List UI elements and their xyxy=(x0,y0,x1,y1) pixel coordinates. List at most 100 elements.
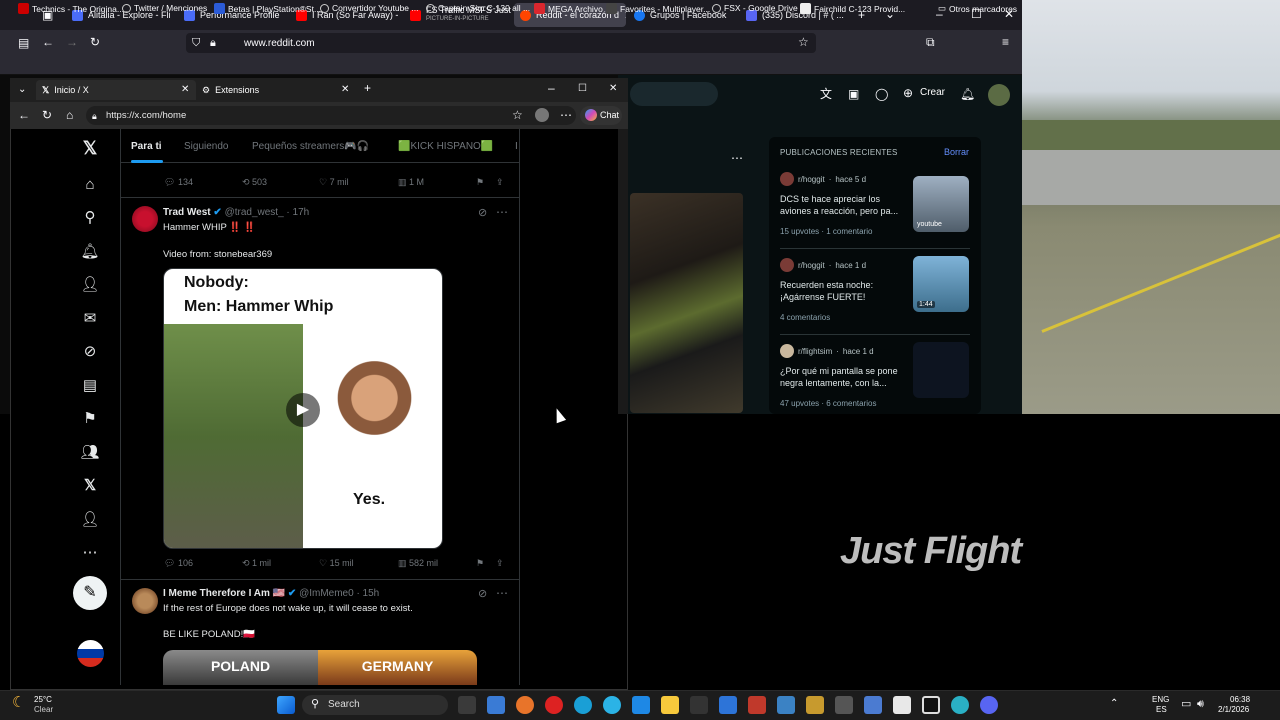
notifications-icon[interactable]: 🔔︎ xyxy=(960,88,975,100)
like-button[interactable]: ♡ 7 mil xyxy=(319,177,349,188)
avatar[interactable] xyxy=(77,640,104,667)
follow-icon[interactable]: 👤︎ xyxy=(80,275,100,295)
more-options-icon[interactable]: ⋯ xyxy=(496,587,508,599)
clear-button[interactable]: Borrar xyxy=(944,147,969,157)
app-icon[interactable] xyxy=(603,696,621,714)
weather-moon-icon[interactable]: ☾ xyxy=(12,695,25,710)
bookmark-item[interactable]: Fairchild C-123 Provid... xyxy=(800,3,905,14)
close-tab-icon[interactable]: ✕ xyxy=(341,84,349,96)
lists-icon[interactable]: ▤ xyxy=(80,376,100,396)
bookmark-folder-other[interactable]: ▭ Otros marcadores xyxy=(938,3,1017,14)
avatar[interactable] xyxy=(132,588,158,614)
create-plus-icon[interactable]: ⊕ xyxy=(903,87,913,99)
x-logo-icon[interactable]: 𝕏 xyxy=(80,138,100,158)
bookmark-item[interactable]: Captain Sim C-130 all ... xyxy=(426,3,530,13)
maximize-icon[interactable]: ☐ xyxy=(578,83,587,95)
messages-icon[interactable]: ✉ xyxy=(80,309,100,329)
firefox-icon[interactable] xyxy=(516,696,534,714)
create-button[interactable]: Crear xyxy=(920,87,945,98)
clock-time[interactable]: 06:38 xyxy=(1230,695,1250,705)
grok-icon[interactable]: ⊘ xyxy=(478,588,487,600)
reload-icon[interactable]: ↻ xyxy=(90,36,100,48)
reddit-post-image[interactable] xyxy=(630,193,743,413)
tweet-author[interactable]: Trad West ✔ @trad_west_ · 17h xyxy=(163,207,309,218)
mail-icon[interactable] xyxy=(719,696,737,714)
bookmark-item[interactable]: MEGA Archivo xyxy=(534,3,603,14)
more-options-icon[interactable]: ⋯ xyxy=(496,206,508,218)
repost-button[interactable]: ⟲ 503 xyxy=(242,177,267,188)
forward-icon[interactable]: → xyxy=(66,36,78,48)
weather-temp[interactable]: 25°C xyxy=(34,695,52,705)
tab-actions-icon[interactable]: ⌄ xyxy=(18,84,26,96)
close-window-icon[interactable]: ✕ xyxy=(609,83,617,95)
tweet-image[interactable]: POLAND GERMANY xyxy=(163,650,477,685)
bookmark-item[interactable]: Technics - The Origina... xyxy=(18,3,124,14)
app-icon[interactable] xyxy=(748,696,766,714)
scrollbar[interactable] xyxy=(618,129,628,414)
bookmark-item[interactable]: FSX - Google Drive xyxy=(712,3,798,13)
bookmark-item[interactable]: Betas | PlayStation®St... xyxy=(214,3,321,14)
more-options-icon[interactable]: ⋯ xyxy=(731,152,743,164)
edge-icon[interactable] xyxy=(574,696,592,714)
ads-icon[interactable]: ▣ xyxy=(848,88,859,100)
tab-pequenos-streamers[interactable]: Pequeños streamers🎮🎧 xyxy=(252,141,369,152)
new-tab-icon[interactable]: + xyxy=(364,82,371,94)
views-count[interactable]: ▥ 582 mil xyxy=(398,558,438,569)
edge-tab-x[interactable]: 𝕏 Inicio / X xyxy=(42,80,89,100)
compose-post-button[interactable]: ✎ xyxy=(73,576,107,610)
chat-icon[interactable]: ◯ xyxy=(875,88,888,100)
home-icon[interactable]: ⌂ xyxy=(80,175,100,195)
app-icon[interactable] xyxy=(487,696,505,714)
reload-icon[interactable]: ↻ xyxy=(42,109,52,121)
opera-icon[interactable] xyxy=(545,696,563,714)
post-thumbnail[interactable] xyxy=(913,342,969,398)
sidebar-icon[interactable]: ▤ xyxy=(18,37,29,49)
chevron-up-icon[interactable]: ⌃ xyxy=(1110,698,1118,710)
tab-more[interactable]: I xyxy=(515,141,518,152)
app-icon[interactable] xyxy=(806,696,824,714)
views-count[interactable]: ▥ 1 M xyxy=(398,177,424,188)
edge-address-bar[interactable]: https://x.com/home xyxy=(86,106,576,125)
language-indicator[interactable]: ENG xyxy=(1152,695,1169,705)
premium-icon[interactable]: 𝕏 xyxy=(80,476,100,496)
avatar[interactable] xyxy=(132,206,158,232)
menu-icon[interactable]: ≡ xyxy=(1002,36,1009,48)
app-icon[interactable] xyxy=(777,696,795,714)
like-button[interactable]: ♡ 15 mil xyxy=(319,558,354,569)
profile-icon[interactable]: 👤︎ xyxy=(80,510,100,530)
volume-icon[interactable]: 🔊︎ xyxy=(1197,698,1204,710)
bookmarks-icon[interactable]: ⚑ xyxy=(80,409,100,429)
app-icon[interactable] xyxy=(864,696,882,714)
grok-icon[interactable]: ⊘ xyxy=(80,342,100,362)
back-icon[interactable]: ← xyxy=(42,36,54,48)
bookmark-item[interactable]: Convertidor Youtube ... xyxy=(320,3,418,13)
start-button[interactable] xyxy=(277,696,295,714)
share-icon[interactable]: ⇪ xyxy=(496,177,504,188)
profile-icon[interactable] xyxy=(535,108,549,122)
taskbar-search[interactable]: Search xyxy=(302,695,448,715)
app-icon[interactable] xyxy=(951,696,969,714)
app-icon[interactable] xyxy=(922,696,940,714)
discord-icon[interactable] xyxy=(980,696,998,714)
more-icon[interactable]: ⋯ xyxy=(80,543,100,563)
app-icon[interactable] xyxy=(632,696,650,714)
post-thumbnail[interactable]: youtube xyxy=(913,176,969,232)
grok-icon[interactable]: ⊘ xyxy=(478,207,487,219)
tweet-author[interactable]: I Meme Therefore I Am 🇺🇸 ✔ @ImMeme0 · 15… xyxy=(163,588,379,599)
search-icon[interactable]: ⚲ xyxy=(80,208,100,228)
file-explorer-icon[interactable] xyxy=(661,696,679,714)
translate-icon[interactable]: 文 xyxy=(820,88,832,100)
minimize-icon[interactable]: – xyxy=(548,82,555,94)
app-icon[interactable] xyxy=(893,696,911,714)
reply-button[interactable]: 💬︎ 134 xyxy=(164,177,193,188)
post-thumbnail[interactable]: 1:44 xyxy=(913,256,969,312)
avatar[interactable] xyxy=(988,84,1010,106)
bookmark-item[interactable]: Twitter / Menciones xyxy=(122,3,207,13)
favorites-icon[interactable]: ☆ xyxy=(512,109,523,121)
extensions-icon[interactable]: ⧉ xyxy=(926,36,935,48)
tab-kick-hispano[interactable]: 🟩KICK HISPANO🟩 xyxy=(398,141,493,152)
edge-tab-extensions[interactable]: ⚙ Extensions xyxy=(202,80,259,100)
notifications-icon[interactable]: 🔔︎ xyxy=(80,242,100,262)
app-icon[interactable] xyxy=(835,696,853,714)
repost-button[interactable]: ⟲ 1 mil xyxy=(242,558,271,569)
